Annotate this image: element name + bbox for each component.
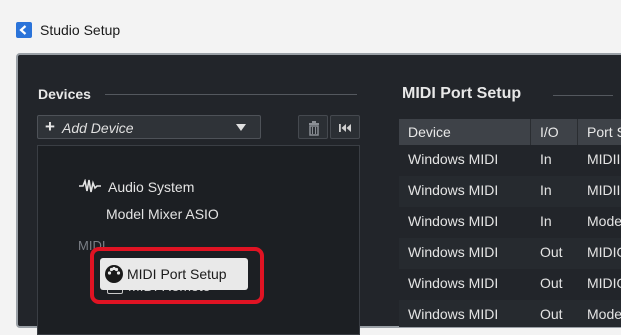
- devices-title: Devices: [38, 86, 91, 102]
- cell-io: Out: [540, 244, 563, 260]
- reset-button[interactable]: [330, 115, 360, 139]
- column-header-device[interactable]: Device: [408, 124, 451, 140]
- column-divider[interactable]: [530, 119, 531, 145]
- cell-io: In: [540, 182, 552, 198]
- tree-item-midi-port-setup-label: MIDI Port Setup: [127, 266, 227, 282]
- cell-device: Windows MIDI: [408, 275, 499, 291]
- delete-device-button[interactable]: [298, 115, 328, 139]
- device-tree: Audio System Model Mixer ASIO MIDI MIDI …: [37, 145, 360, 335]
- cell-device: Windows MIDI: [408, 244, 499, 260]
- cell-io: In: [540, 213, 552, 229]
- midi-port-setup-title: MIDI Port Setup: [402, 85, 522, 102]
- skip-first-icon: [339, 124, 351, 132]
- cell-port: MIDII: [587, 151, 621, 167]
- app-icon: [16, 22, 32, 38]
- window-title: Studio Setup: [40, 22, 121, 38]
- table-row[interactable]: Windows MIDI In MIDII: [399, 176, 621, 207]
- column-header-io[interactable]: I/O: [540, 124, 559, 140]
- midi-port-icon: [105, 265, 123, 283]
- midi-port-table: Device I/O Port S Windows MIDI In MIDII …: [399, 119, 621, 327]
- devices-divider: [105, 94, 357, 95]
- table-row[interactable]: Windows MIDI Out MIDIO: [399, 269, 621, 300]
- tree-item-audio-system[interactable]: Audio System: [108, 179, 194, 195]
- tree-item-mixer-asio[interactable]: Model Mixer ASIO: [106, 206, 219, 222]
- plus-icon: +: [45, 117, 55, 136]
- cell-device: Windows MIDI: [408, 306, 499, 322]
- table-row[interactable]: Windows MIDI In Mode: [399, 207, 621, 238]
- table-row[interactable]: Windows MIDI Out MIDIO: [399, 238, 621, 269]
- table-row[interactable]: Windows MIDI In MIDII: [399, 145, 621, 176]
- audio-wave-icon: [79, 179, 101, 193]
- cell-device: Windows MIDI: [408, 182, 499, 198]
- caret-down-icon: [236, 124, 246, 131]
- cell-device: Windows MIDI: [408, 213, 499, 229]
- cell-io: Out: [540, 306, 563, 322]
- cell-device: Windows MIDI: [408, 151, 499, 167]
- add-device-dropdown[interactable]: + Add Device: [37, 115, 261, 139]
- column-header-port[interactable]: Port S: [587, 124, 621, 140]
- cell-port: Mode: [587, 306, 621, 322]
- window-title-bar: Studio Setup: [0, 0, 621, 52]
- cell-port: MIDII: [587, 182, 621, 198]
- table-row[interactable]: Windows MIDI Out Mode: [399, 300, 621, 327]
- tree-item-midi-port-setup[interactable]: MIDI Port Setup: [100, 258, 248, 290]
- column-divider[interactable]: [577, 119, 578, 145]
- cell-io: Out: [540, 275, 563, 291]
- cell-port: Mode: [587, 213, 621, 229]
- cell-io: In: [540, 151, 552, 167]
- cell-port: MIDIO: [587, 244, 621, 260]
- cell-port: MIDIO: [587, 275, 621, 291]
- trash-icon: [309, 121, 319, 136]
- midi-port-setup-divider: [553, 95, 613, 96]
- table-header: Device I/O Port S: [399, 119, 621, 145]
- add-device-label: Add Device: [62, 120, 134, 136]
